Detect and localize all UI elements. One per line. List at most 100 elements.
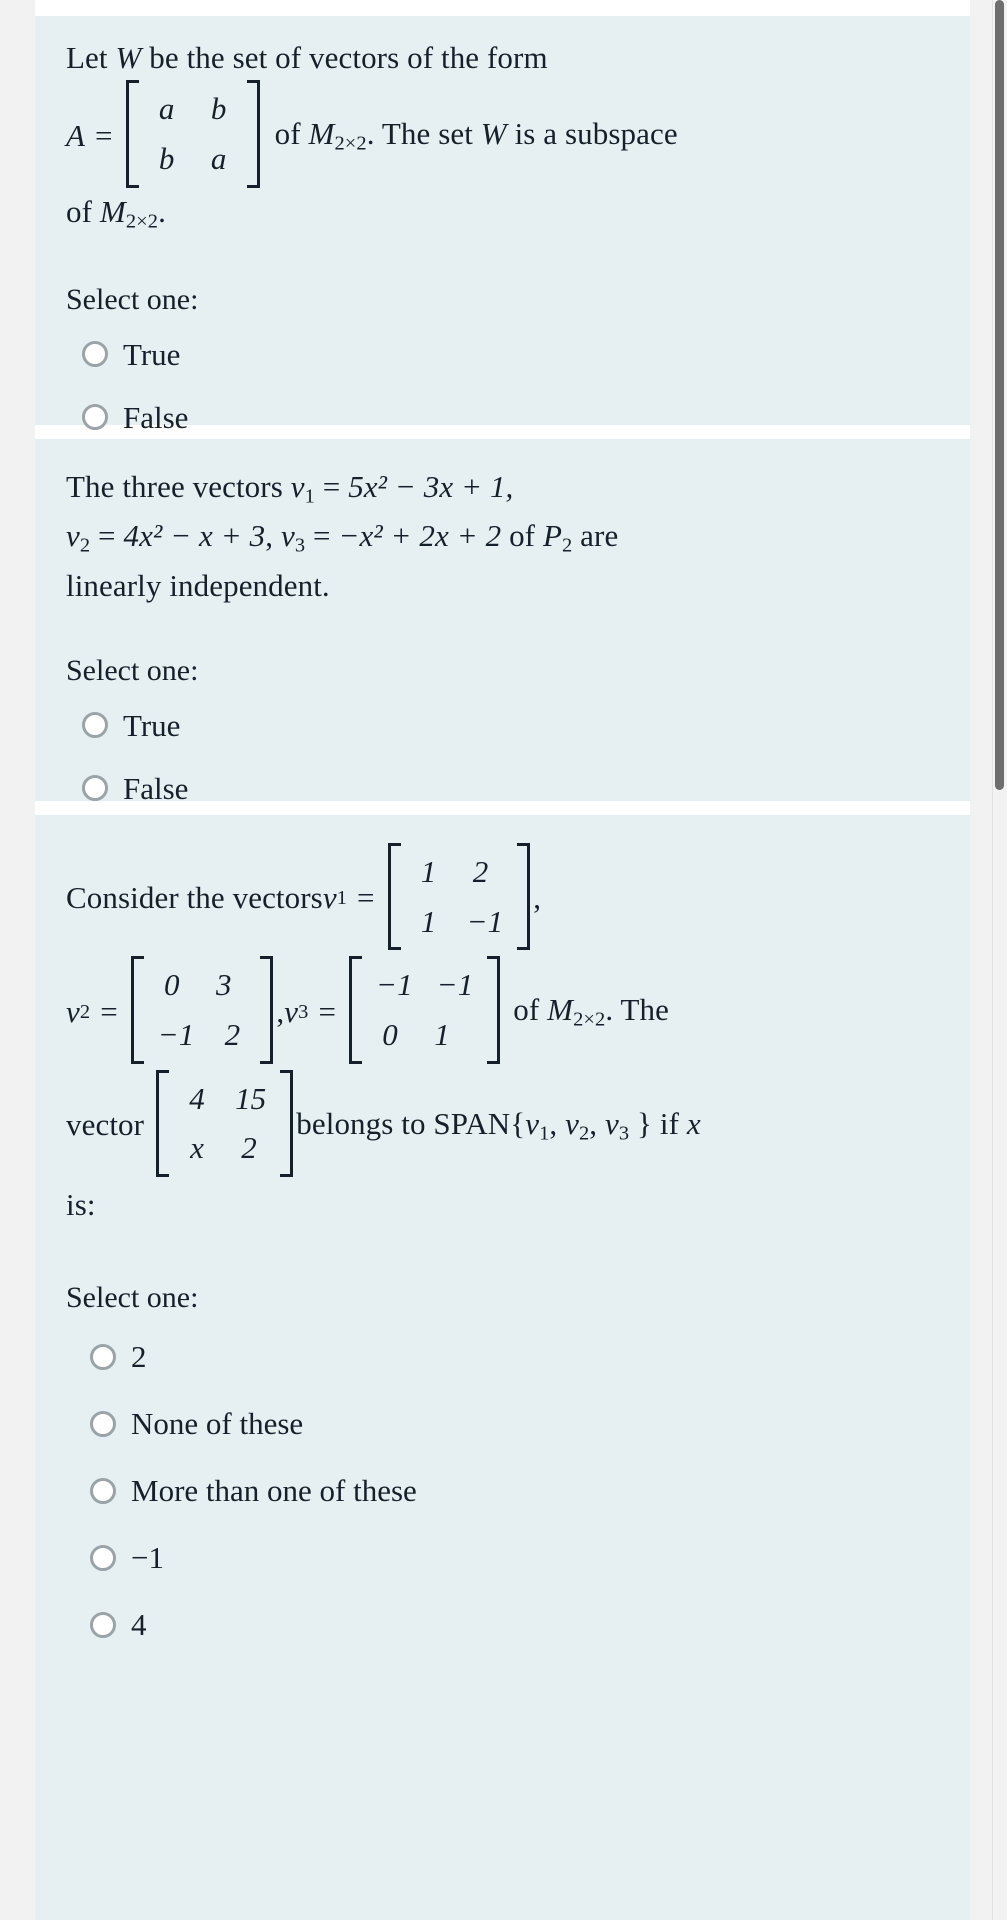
q3-closing: } if [629, 1105, 687, 1141]
radio-icon[interactable] [90, 1410, 116, 1437]
matrix-cell: x [190, 1130, 204, 1166]
q3-of: of [513, 992, 548, 1028]
q2-eq1: = [314, 469, 349, 504]
q3-of-M: of M2×2. The [513, 990, 669, 1033]
matrix-cell: b [158, 140, 175, 176]
bracket-right [280, 1069, 294, 1177]
q2-v1: v [290, 469, 305, 504]
q3-span-v3: v [605, 1105, 619, 1141]
matrix-cell: −1 [376, 967, 413, 1003]
vertical-scrollbar-thumb[interactable] [995, 0, 1004, 790]
matrix-cell: 1 [420, 854, 437, 889]
question-block-1: Let W be the set of vectors of the form … [35, 16, 970, 433]
q2-lead: The three vectors [66, 469, 291, 504]
q3-option-4[interactable]: −1 [90, 1542, 942, 1573]
matrix-cell: a [210, 140, 227, 176]
q2-v3-sub: 3 [294, 535, 306, 558]
q3-v2-sub: 2 [79, 1000, 91, 1023]
matrix-cell: 0 [382, 1016, 398, 1052]
question-block-2: The three vectors v1 = 5x² − 3x + 1, v2 … [35, 439, 970, 804]
bracket-right [487, 956, 501, 1064]
q3-v1: v [322, 880, 337, 916]
q3-lead: Consider the vectors [66, 880, 323, 916]
q3-option-label: None of these [131, 1406, 304, 1442]
q2-v2: v [66, 518, 80, 554]
matrix-cell: 15 [235, 1080, 267, 1116]
matrix-cell: 4 [189, 1080, 205, 1116]
q2-option-false[interactable]: False [82, 773, 942, 804]
radio-icon[interactable] [90, 1544, 116, 1571]
question-1-stem: Let W be the set of vectors of the form … [66, 38, 942, 235]
q1-var-W: W [115, 40, 142, 75]
q2-P: P [542, 518, 562, 554]
bracket-right [246, 80, 260, 188]
q2-expr3: −x² + 2x + 2 [338, 518, 502, 554]
bracket-right [517, 843, 531, 951]
q1-of-text: of M2×2. The set W is a subspace [275, 114, 678, 157]
q3-matrix-v2: 0 3 −1 2 [130, 956, 274, 1064]
q3-belongs: belongs to SPAN{ [296, 1105, 526, 1141]
q1-line3-of: of [66, 193, 100, 229]
q3-M: M [547, 992, 574, 1028]
q1-option-false[interactable]: False [82, 402, 942, 433]
q2-option-label: True [123, 707, 181, 743]
radio-icon[interactable] [90, 1343, 116, 1370]
q2-option-label: False [123, 770, 189, 806]
q3-matrix-v3: −1 −1 0 1 [349, 956, 501, 1064]
matrix-cell: 2 [224, 1016, 241, 1052]
radio-icon[interactable] [82, 341, 108, 368]
q1-line3-M-sub: 2×2 [125, 210, 159, 233]
q3-span-v3-sub: 3 [618, 1122, 630, 1145]
matrix-cell: 1 [434, 1016, 450, 1052]
q3-option-label: −1 [131, 1540, 164, 1576]
q3-span-sep2: , [589, 1105, 605, 1141]
q1-line3-period: . [158, 193, 166, 229]
q3-option-label: 2 [131, 1339, 147, 1375]
q3-option-label: More than one of these [131, 1473, 417, 1509]
matrix-cell: 3 [215, 967, 232, 1003]
q2-comma: , [265, 518, 281, 554]
q3-option-label: 4 [131, 1607, 147, 1643]
q2-eq3: = [305, 518, 339, 554]
matrix-cell: a [158, 91, 175, 127]
vertical-scrollbar-track[interactable] [992, 0, 1007, 1920]
matrix-cell: −1 [436, 967, 474, 1003]
q3-option-3[interactable]: More than one of these [90, 1475, 942, 1506]
q3-the: . The [605, 992, 670, 1028]
q3-option-2[interactable]: None of these [90, 1408, 942, 1439]
matrix-cell: 2 [472, 854, 489, 889]
q3-span-v1: v [525, 1105, 540, 1141]
q1-var-A: A [66, 117, 86, 153]
q3-span-v2-sub: 2 [578, 1122, 590, 1145]
matrix-cell: −1 [466, 903, 504, 939]
radio-icon[interactable] [90, 1477, 116, 1504]
bracket-left [125, 80, 139, 188]
radio-icon[interactable] [82, 404, 108, 431]
q3-select-one-label: Select one: [66, 1281, 199, 1315]
q2-option-true[interactable]: True [82, 710, 942, 741]
q2-are: are [572, 518, 619, 554]
q3-v3-sub: 3 [298, 1000, 309, 1023]
q3-option-1[interactable]: 2 [90, 1341, 942, 1372]
question-2-stem: The three vectors v1 = 5x² − 3x + 1, v2 … [66, 467, 942, 606]
questions-column: Let W be the set of vectors of the form … [35, 0, 970, 1920]
q1-lead-text2: be the set of vectors of the form [141, 40, 548, 75]
q1-M-sub: 2×2 [334, 133, 367, 155]
radio-icon[interactable] [82, 775, 108, 802]
q1-option-label: True [123, 336, 181, 372]
bracket-left [130, 956, 144, 1064]
q1-tail2: is a subspace [506, 116, 678, 152]
q3-span-sep1: , [549, 1105, 566, 1141]
q1-W2: W [480, 116, 507, 152]
question-3-stem: Consider the vectors v1 = 1 2 1 −1 , v 2… [66, 843, 942, 1225]
top-spacer [35, 0, 970, 16]
matrix-cell: 2 [241, 1130, 257, 1166]
q2-line3: linearly independent. [66, 567, 330, 603]
q1-option-true[interactable]: True [82, 339, 942, 370]
q2-of: of [501, 518, 543, 554]
radio-icon[interactable] [90, 1611, 116, 1638]
bracket-left [156, 1069, 170, 1177]
q1-equals: = [95, 117, 113, 153]
radio-icon[interactable] [82, 712, 108, 739]
q3-option-5[interactable]: 4 [90, 1609, 942, 1640]
